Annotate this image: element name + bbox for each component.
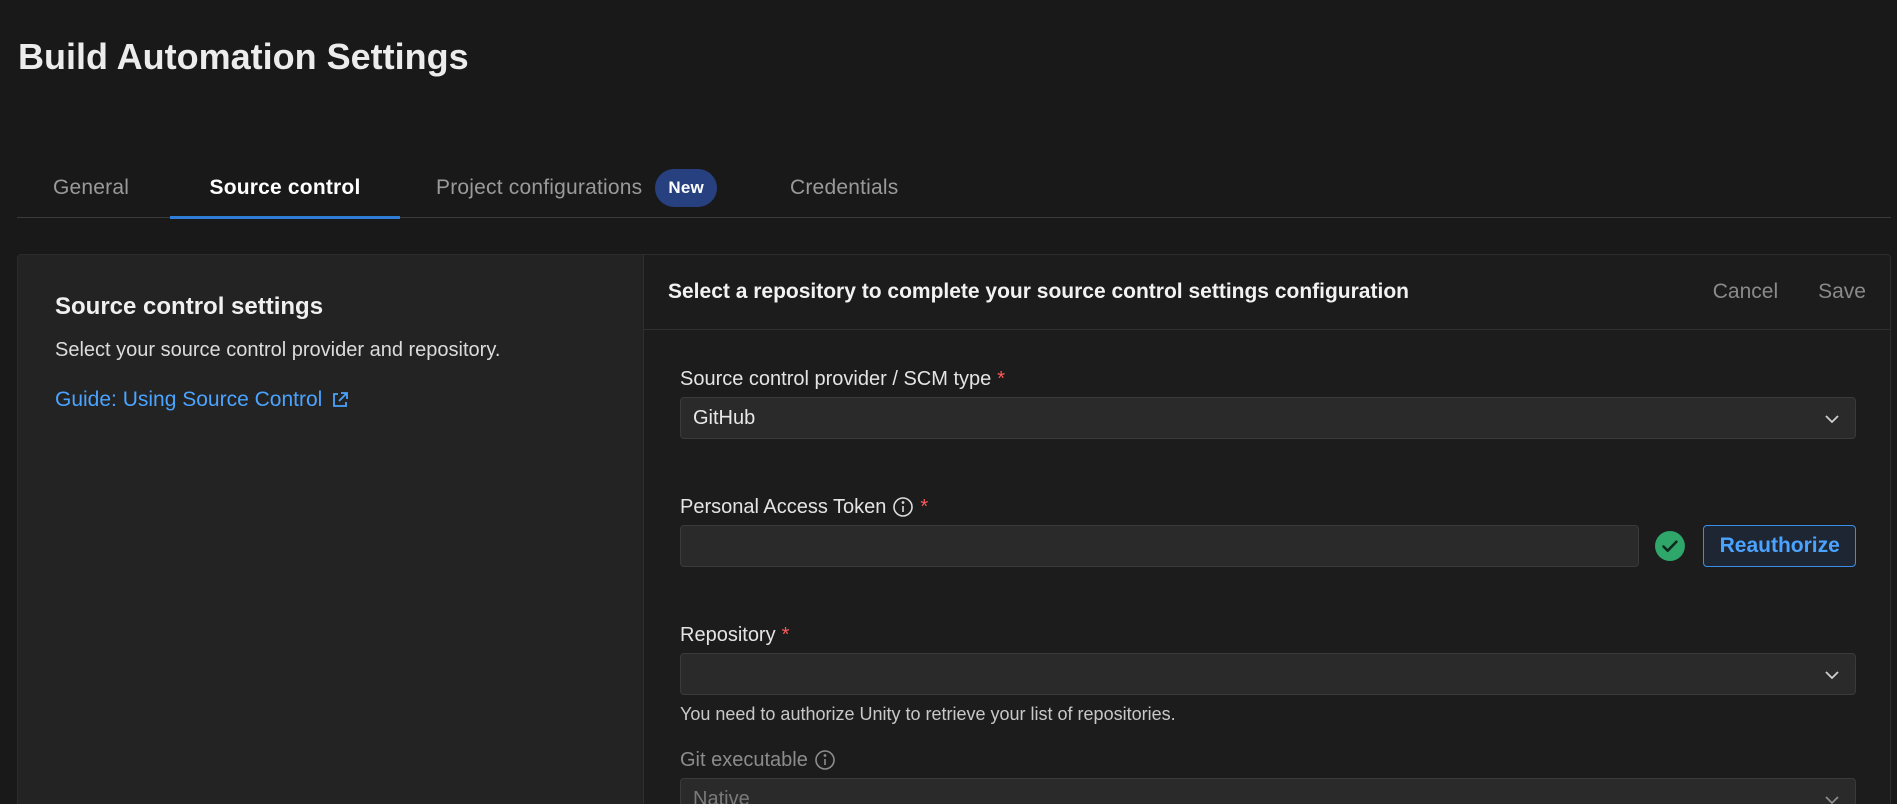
info-icon[interactable] <box>814 749 836 771</box>
required-marker: * <box>920 495 929 518</box>
settings-panel: Source control settings Select your sour… <box>17 254 1891 804</box>
git-executable-select[interactable]: Native <box>680 778 1856 804</box>
external-link-icon <box>333 392 349 407</box>
provider-field: Source control provider / SCM type * Git… <box>680 367 1856 439</box>
tab-project-configurations-label: Project configurations <box>436 176 643 199</box>
repository-label-text: Repository <box>680 623 776 646</box>
chevron-down-icon <box>1825 796 1839 804</box>
cancel-button[interactable]: Cancel <box>1713 280 1778 304</box>
token-label: Personal Access Token * <box>680 495 1856 519</box>
repository-helper-text: You need to authorize Unity to retrieve … <box>680 704 1176 724</box>
form-header: Select a repository to complete your sou… <box>644 255 1890 330</box>
git-executable-label: Git executable <box>680 748 1856 772</box>
form-header-title: Select a repository to complete your sou… <box>668 280 1409 303</box>
info-icon[interactable] <box>892 496 914 518</box>
repository-field: Repository * You need to authorize Unity… <box>680 623 1856 725</box>
page-title: Build Automation Settings <box>18 36 469 77</box>
tab-credentials[interactable]: Credentials <box>790 158 990 218</box>
required-marker: * <box>997 367 1006 390</box>
new-badge: New <box>655 169 717 207</box>
repository-select[interactable] <box>680 653 1856 695</box>
provider-label-text: Source control provider / SCM type <box>680 367 992 390</box>
repository-label: Repository * <box>680 623 1856 647</box>
git-executable-label-text: Git executable <box>680 748 808 771</box>
left-info-panel: Source control settings Select your sour… <box>18 255 644 804</box>
section-title: Source control settings <box>55 293 324 320</box>
required-marker: * <box>781 623 790 646</box>
header-actions: Cancel Save <box>1713 280 1866 304</box>
token-label-text: Personal Access Token <box>680 495 887 518</box>
section-description: Select your source control provider and … <box>55 339 501 361</box>
provider-select[interactable]: GitHub <box>680 397 1856 439</box>
tab-project-configurations[interactable]: Project configurations New <box>400 158 790 218</box>
token-input[interactable] <box>680 525 1640 567</box>
settings-tabs: General Source control Project configura… <box>17 158 1891 219</box>
source-control-form: Source control provider / SCM type * Git… <box>680 367 1856 804</box>
tab-general-label: General <box>53 176 130 199</box>
chevron-down-icon <box>1825 415 1839 424</box>
right-form-panel: Select a repository to complete your sou… <box>644 255 1890 804</box>
git-executable-field: Git executable Native <box>680 748 1856 804</box>
tab-credentials-label: Credentials <box>790 176 899 199</box>
guide-link[interactable]: Guide: Using Source Control <box>55 388 350 412</box>
token-row: Reauthorize <box>680 525 1856 567</box>
provider-label: Source control provider / SCM type * <box>680 367 1856 391</box>
tab-source-control-label: Source control <box>209 176 361 199</box>
provider-select-value: GitHub <box>693 406 756 429</box>
chevron-down-icon <box>1825 671 1839 680</box>
token-field: Personal Access Token * Reauthorize <box>680 495 1856 567</box>
guide-link-label: Guide: Using Source Control <box>55 388 323 411</box>
save-button[interactable]: Save <box>1818 280 1866 304</box>
check-circle-icon <box>1655 531 1686 561</box>
git-executable-select-value: Native <box>693 787 750 804</box>
reauthorize-button[interactable]: Reauthorize <box>1703 525 1856 567</box>
tab-source-control[interactable]: Source control <box>170 158 400 219</box>
tab-general[interactable]: General <box>17 158 170 218</box>
